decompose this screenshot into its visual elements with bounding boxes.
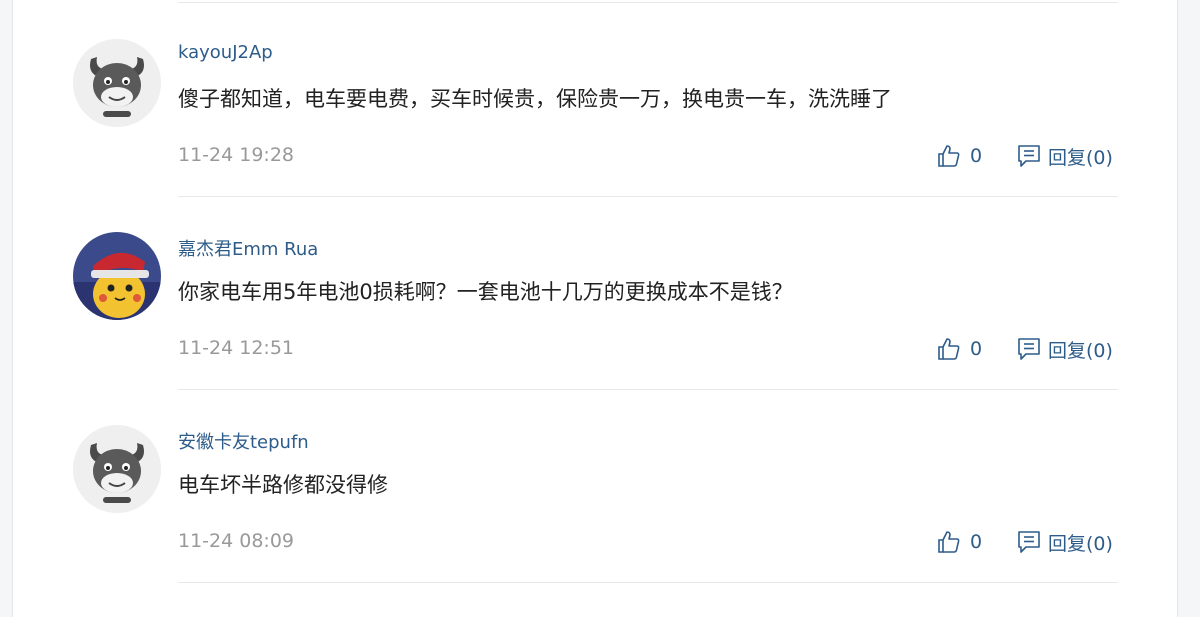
timestamp: 11-24 08:09	[178, 530, 295, 552]
reply-label: 回复(0)	[1048, 339, 1113, 362]
thumbs-up-icon	[938, 338, 960, 360]
like-button[interactable]: 0	[936, 143, 982, 169]
reply-button[interactable]: 回复(0)	[1016, 143, 1113, 169]
reply-label: 回复(0)	[1048, 532, 1113, 555]
like-count: 0	[970, 338, 983, 360]
comment-item: 嘉杰君Emm Rua 你家电车用5年电池0损耗啊？一套电池十几万的更换成本不是钱…	[13, 196, 1177, 390]
comment-icon	[1018, 531, 1040, 553]
like-button[interactable]: 0	[936, 529, 982, 555]
username[interactable]: 安徽卡友tepufn	[178, 428, 309, 454]
reply-label: 回复(0)	[1048, 146, 1113, 169]
reply-button[interactable]: 回复(0)	[1016, 336, 1113, 362]
mascot-avatar-icon	[73, 425, 161, 513]
avatar[interactable]	[73, 39, 161, 127]
pikachu-avatar-icon	[73, 232, 161, 320]
username[interactable]: kayouJ2Ap	[178, 42, 273, 63]
timestamp: 11-24 19:28	[178, 144, 295, 166]
like-button[interactable]: 0	[936, 336, 982, 362]
avatar[interactable]	[73, 232, 161, 320]
comment-text: 你家电车用5年电池0损耗啊？一套电池十几万的更换成本不是钱？	[178, 280, 793, 304]
comment-panel: kayouJ2Ap 傻子都知道，电车要电费，买车时候贵，保险贵一万，换电贵一车，…	[12, 0, 1178, 617]
reply-button[interactable]: 回复(0)	[1016, 529, 1113, 555]
comment-icon	[1018, 338, 1040, 360]
comment-text: 傻子都知道，电车要电费，买车时候贵，保险贵一万，换电贵一车，洗洗睡了	[178, 87, 892, 111]
username[interactable]: 嘉杰君Emm Rua	[178, 235, 318, 261]
comment-item: 安徽卡友tepufn 电车坏半路修都没得修 11-24 08:09 0 回复(0…	[13, 389, 1177, 583]
comment-text: 电车坏半路修都没得修	[178, 473, 388, 497]
divider	[178, 582, 1118, 583]
like-count: 0	[970, 145, 983, 167]
thumbs-up-icon	[938, 145, 960, 167]
comment-item: kayouJ2Ap 傻子都知道，电车要电费，买车时候贵，保险贵一万，换电贵一车，…	[13, 3, 1177, 197]
avatar[interactable]	[73, 425, 161, 513]
like-count: 0	[970, 531, 983, 553]
comment-icon	[1018, 145, 1040, 167]
mascot-avatar-icon	[73, 39, 161, 127]
thumbs-up-icon	[938, 531, 960, 553]
timestamp: 11-24 12:51	[178, 337, 295, 359]
